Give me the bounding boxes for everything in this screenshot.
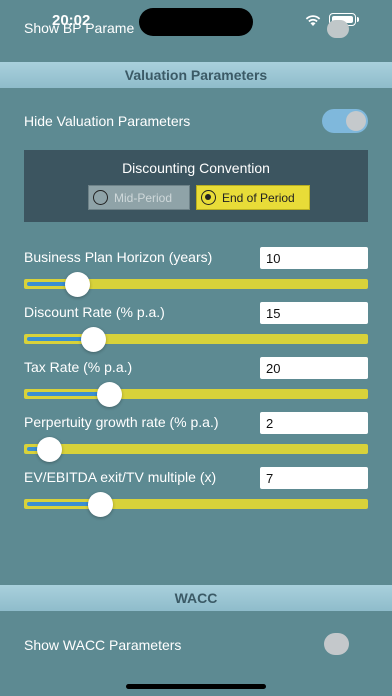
discounting-convention-panel: Discounting Convention Mid-Period End of… [24,150,368,222]
discounting-convention-title: Discounting Convention [122,160,270,176]
hide-valuation-parameters-label: Hide Valuation Parameters [24,113,191,129]
mid-period-label: Mid-Period [114,190,173,205]
ev-ebitda-multiple-input[interactable]: 7 [260,467,368,489]
status-time: 20:02 [52,12,91,29]
valuation-parameters-header: Valuation Parameters [0,62,392,88]
battery-tip [357,17,359,22]
radio-empty-icon [93,190,108,205]
dynamic-island [139,8,253,36]
slider-thumb[interactable] [87,492,113,517]
business-plan-horizon-input[interactable]: 10 [260,247,368,269]
show-wacc-parameters-toggle[interactable] [324,633,349,655]
perpetuity-growth-rate-input[interactable]: 2 [260,412,368,434]
perpetuity-growth-rate-label: Perpertuity growth rate (% p.a.) [24,414,219,430]
show-wacc-parameters-label: Show WACC Parameters [24,637,182,653]
ev-ebitda-multiple-slider[interactable] [24,492,368,517]
slider-thumb[interactable] [65,272,91,297]
discount-rate-label: Discount Rate (% p.a.) [24,304,165,320]
ev-ebitda-multiple-label: EV/EBITDA exit/TV multiple (x) [24,469,217,485]
business-plan-horizon-slider[interactable] [24,272,368,297]
wifi-icon [305,15,321,26]
tax-rate-slider[interactable] [24,382,368,407]
slider-thumb[interactable] [81,327,107,352]
toggle-thumb [346,111,366,131]
mid-period-option[interactable]: Mid-Period [88,185,190,210]
slider-thumb[interactable] [97,382,123,407]
end-of-period-option[interactable]: End of Period [196,185,310,210]
discount-rate-input[interactable]: 15 [260,302,368,324]
slider-thumb[interactable] [36,437,62,462]
end-of-period-label: End of Period [222,190,295,205]
home-indicator [126,684,266,689]
show-bp-parameters-toggle[interactable] [327,20,349,38]
tax-rate-label: Tax Rate (% p.a.) [24,359,133,375]
perpetuity-growth-rate-slider[interactable] [24,437,368,462]
business-plan-horizon-label: Business Plan Horizon (years) [24,249,213,265]
tax-rate-input[interactable]: 20 [260,357,368,379]
discount-rate-slider[interactable] [24,327,368,352]
hide-valuation-parameters-toggle[interactable] [322,109,368,133]
wacc-header: WACC [0,585,392,611]
radio-selected-icon [201,190,216,205]
